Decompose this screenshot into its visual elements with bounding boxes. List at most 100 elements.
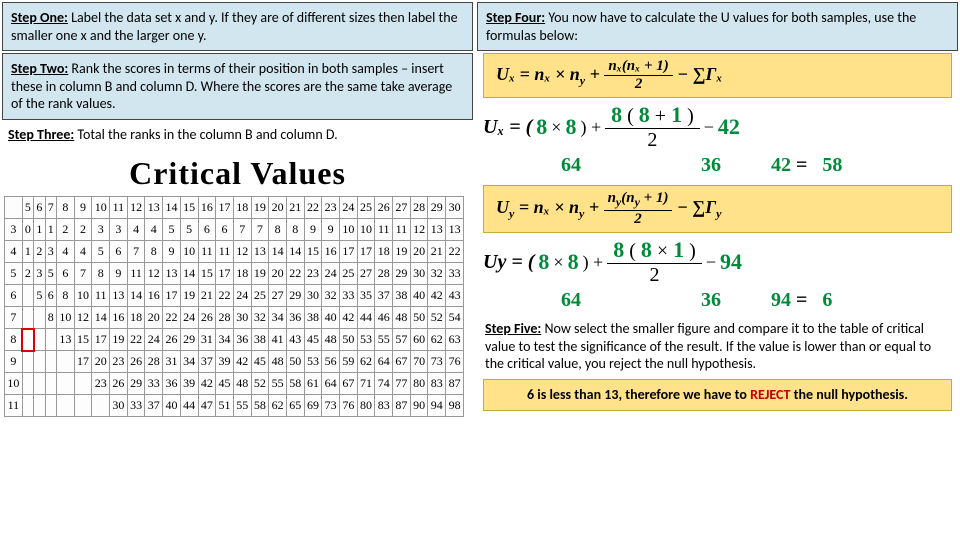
- table-cell: 83: [375, 395, 393, 417]
- table-cell: 90: [410, 395, 428, 417]
- table-row: 6568101113141617192122242527293032333537…: [5, 285, 464, 307]
- table-cell: 48: [269, 351, 287, 373]
- table-cell: 40: [322, 307, 340, 329]
- table-cell: 87: [393, 395, 411, 417]
- table-cell: 0: [22, 219, 33, 241]
- table-cell: [74, 395, 92, 417]
- table-cell: 15: [74, 329, 92, 351]
- table-cell: 87: [446, 373, 464, 395]
- table-col-header: 19: [251, 197, 269, 219]
- table-cell: 17: [163, 285, 181, 307]
- table-cell: 17: [357, 241, 375, 263]
- table-cell: 9: [163, 241, 181, 263]
- cuy-lhs: U: [483, 251, 497, 273]
- table-cell: 1: [22, 241, 33, 263]
- table-cell: 61: [304, 373, 322, 395]
- table-cell: 36: [233, 329, 251, 351]
- table-cell: 37: [145, 395, 163, 417]
- table-cell: 32: [428, 263, 446, 285]
- table-cell: 30: [304, 285, 322, 307]
- table-row-header: 4: [5, 241, 23, 263]
- table-cell: 83: [428, 373, 446, 395]
- table-col-header: 22: [304, 197, 322, 219]
- cuy-rp: ) +: [583, 252, 604, 273]
- table-cell: 26: [110, 373, 128, 395]
- fuy-tail: − ∑Γ: [672, 197, 716, 217]
- table-cell: 10: [357, 219, 375, 241]
- table-row-header: 6: [5, 285, 23, 307]
- table-cell: [34, 307, 45, 329]
- table-cell: [34, 395, 45, 417]
- table-cell: 31: [198, 329, 216, 351]
- table-cell: 6: [110, 241, 128, 263]
- table-col-header: 13: [145, 197, 163, 219]
- table-cell: 16: [145, 285, 163, 307]
- table-cell: 18: [127, 307, 145, 329]
- table-cell: 71: [357, 373, 375, 395]
- table-col-header: 12: [127, 197, 145, 219]
- step-one-label: Step One:: [11, 9, 68, 26]
- table-col-header: 11: [110, 197, 128, 219]
- table-row: 4123445678910111112131414151617171819202…: [5, 241, 464, 263]
- formula-uy: Uy = nₓ × ny + ny(ny + 1)2 − ∑Γy: [483, 185, 952, 233]
- table-cell: [22, 329, 33, 351]
- table-cell: 45: [304, 329, 322, 351]
- table-cell: 64: [375, 351, 393, 373]
- table-cell: 44: [180, 395, 198, 417]
- fuy-plus: +: [584, 197, 603, 217]
- fux-num: nₓ(nₓ + 1): [604, 58, 672, 76]
- table-cell: [57, 351, 75, 373]
- cuy-nrp: ): [684, 240, 696, 262]
- table-cell: 62: [269, 395, 287, 417]
- table-cell: 13: [446, 219, 464, 241]
- results-ux: 64 36 42 = 58: [475, 154, 960, 183]
- cux-n2: 8: [565, 114, 576, 140]
- table-cell: 80: [357, 395, 375, 417]
- table-row-header: 3: [5, 219, 23, 241]
- table-cell: 29: [127, 373, 145, 395]
- table-cell: 54: [446, 307, 464, 329]
- cux-sum: 42: [718, 114, 740, 140]
- table-cell: 35: [357, 285, 375, 307]
- table-cell: 17: [92, 329, 110, 351]
- table-cell: [34, 351, 45, 373]
- table-cell: [22, 285, 33, 307]
- table-cell: 26: [163, 329, 181, 351]
- table-row-header: 11: [5, 395, 23, 417]
- step-three-label: Step Three:: [8, 126, 74, 143]
- table-cell: 30: [410, 263, 428, 285]
- table-cell: 31: [163, 351, 181, 373]
- table-cell: 42: [233, 351, 251, 373]
- table-cell: 38: [393, 285, 411, 307]
- table-cell: 38: [251, 329, 269, 351]
- table-cell: 56: [322, 351, 340, 373]
- table-cell: 26: [127, 351, 145, 373]
- step-three-text: Total the ranks in the column B and colu…: [74, 126, 337, 143]
- table-cell: 58: [251, 395, 269, 417]
- table-cell: 52: [251, 373, 269, 395]
- table-cell: 14: [180, 263, 198, 285]
- table-cell: 12: [233, 241, 251, 263]
- table-cell: 19: [251, 263, 269, 285]
- step-one-box: Step One: Label the data set x and y. If…: [2, 2, 473, 51]
- table-cell: 23: [110, 351, 128, 373]
- table-cell: 32: [251, 307, 269, 329]
- table-cell: 14: [286, 241, 304, 263]
- table-cell: 50: [340, 329, 358, 351]
- table-cell: 11: [198, 241, 216, 263]
- cuy-nb: 8: [641, 237, 652, 262]
- cuy-sum: 94: [720, 249, 742, 275]
- table-cell: 7: [233, 219, 251, 241]
- fuy-na: n: [608, 190, 616, 206]
- table-cell: 98: [446, 395, 464, 417]
- fuy-nb: (n: [621, 190, 634, 206]
- fux-plus: +: [585, 64, 604, 84]
- table-col-header: 15: [180, 197, 198, 219]
- step-four-text: You now have to calculate the U values f…: [486, 9, 916, 44]
- table-cell: 48: [322, 329, 340, 351]
- cuy-nc: 1: [673, 237, 684, 262]
- table-cell: 20: [92, 351, 110, 373]
- table-cell: 12: [145, 263, 163, 285]
- table-col-header: 28: [410, 197, 428, 219]
- table-cell: 51: [216, 395, 234, 417]
